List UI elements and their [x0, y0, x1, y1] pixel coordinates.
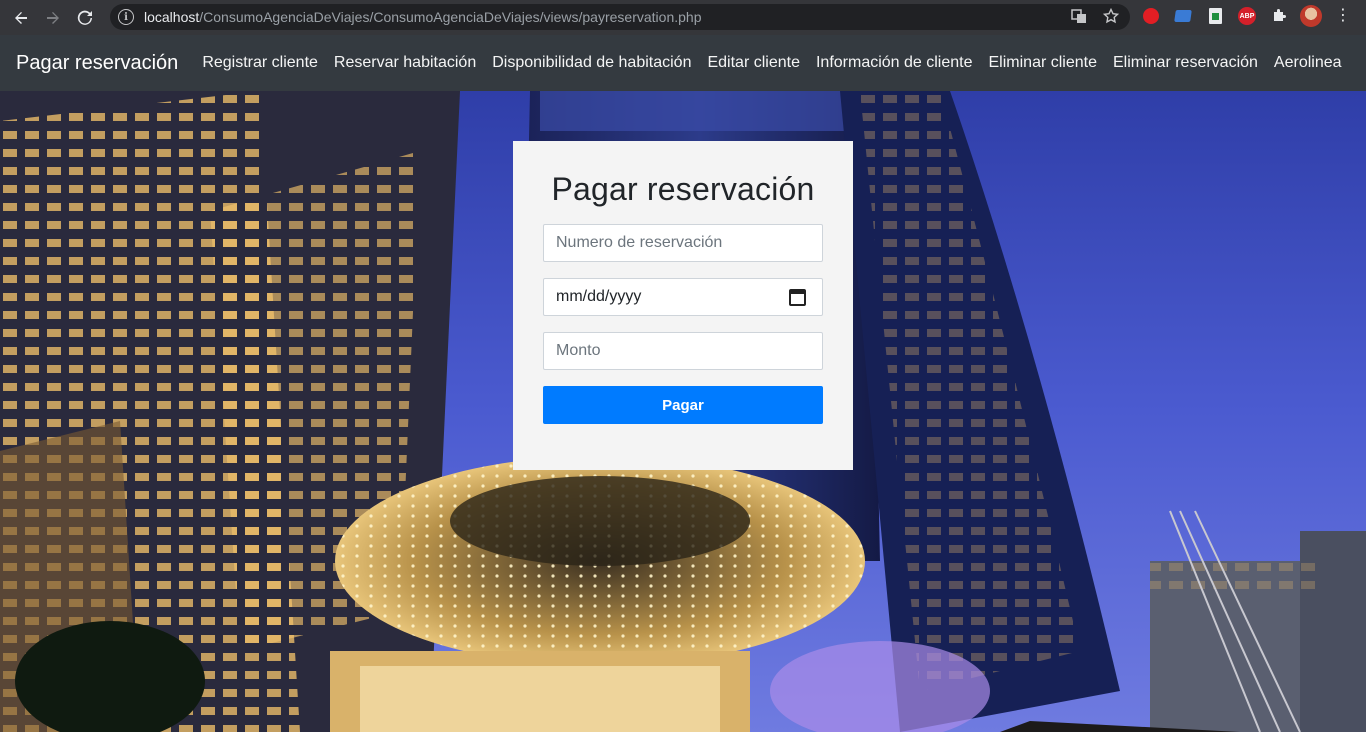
- nav-link-editar-cliente[interactable]: Editar cliente: [707, 54, 800, 72]
- page: Pagar reservación Registrar cliente Rese…: [0, 35, 1366, 732]
- date-input[interactable]: mm/dd/yyyy: [543, 278, 823, 316]
- navbar-brand[interactable]: Pagar reservación: [16, 52, 178, 75]
- arrow-left-icon: [15, 11, 27, 24]
- profile-avatar-icon[interactable]: [1300, 5, 1322, 27]
- nav-link-aerolinea[interactable]: Aerolinea: [1274, 54, 1342, 72]
- top-navbar: Pagar reservación Registrar cliente Rese…: [0, 35, 1366, 91]
- menu-kebab-icon[interactable]: ⋮: [1332, 5, 1354, 27]
- nav-links: Registrar cliente Reservar habitación Di…: [202, 54, 1357, 72]
- reservation-number-placeholder: Numero de reservación: [556, 234, 723, 251]
- date-placeholder: mm/dd/yyyy: [556, 288, 642, 305]
- url-host: localhost: [144, 9, 200, 25]
- blue-extension-icon[interactable]: [1172, 5, 1194, 27]
- back-button[interactable]: [5, 0, 37, 35]
- nav-link-reservar-habitacion[interactable]: Reservar habitación: [334, 54, 476, 72]
- nav-link-informacion-cliente[interactable]: Información de cliente: [816, 54, 973, 72]
- stop-extension-icon[interactable]: [1140, 5, 1162, 27]
- nav-link-disponibilidad-habitacion[interactable]: Disponibilidad de habitación: [492, 54, 691, 72]
- arrow-right-icon: [47, 11, 59, 24]
- reload-icon: [77, 10, 92, 25]
- sheets-extension-icon[interactable]: [1204, 5, 1226, 27]
- amount-input[interactable]: Monto: [543, 332, 823, 370]
- url-path: /ConsumoAgenciaDeViajes/ConsumoAgenciaDe…: [199, 9, 702, 25]
- form-title: Pagar reservación: [551, 171, 815, 207]
- amount-placeholder: Monto: [556, 342, 601, 359]
- pay-button[interactable]: Pagar: [543, 386, 823, 424]
- puzzle-extensions-icon[interactable]: [1268, 5, 1290, 27]
- browser-toolbar: i localhost/ConsumoAgenciaDeViajes/Consu…: [0, 0, 1366, 35]
- nav-link-eliminar-cliente[interactable]: Eliminar cliente: [989, 54, 1097, 72]
- info-icon[interactable]: i: [118, 9, 134, 25]
- nav-link-eliminar-reservacion[interactable]: Eliminar reservación: [1113, 54, 1258, 72]
- payment-form-card: Pagar reservación Numero de reservación …: [513, 141, 853, 470]
- adblock-extension-icon[interactable]: ABP: [1236, 5, 1258, 27]
- bookmark-star-icon[interactable]: [1102, 7, 1120, 25]
- nav-link-registrar-cliente[interactable]: Registrar cliente: [202, 54, 318, 72]
- address-bar[interactable]: i localhost/ConsumoAgenciaDeViajes/Consu…: [110, 4, 1130, 30]
- forward-button[interactable]: [37, 0, 69, 35]
- calendar-icon[interactable]: [789, 289, 806, 306]
- url-text[interactable]: localhost/ConsumoAgenciaDeViajes/Consumo…: [144, 9, 701, 25]
- reload-button[interactable]: [69, 0, 101, 35]
- translate-icon[interactable]: [1070, 7, 1088, 25]
- reservation-number-input[interactable]: Numero de reservación: [543, 224, 823, 262]
